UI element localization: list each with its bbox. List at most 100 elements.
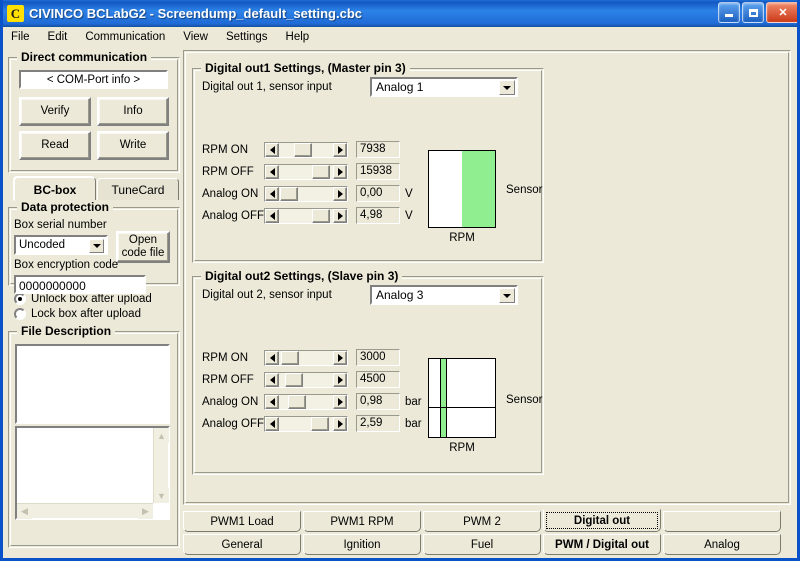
radio-unlock-after-upload[interactable]: Unlock box after upload xyxy=(14,293,152,305)
row-rpm-off: RPM OFF 15938 xyxy=(202,163,405,180)
analog-off-value[interactable]: 2,59 xyxy=(356,415,400,432)
info-button[interactable]: Info xyxy=(97,97,169,126)
row-label: RPM ON xyxy=(202,351,248,364)
slider-thumb[interactable] xyxy=(281,350,300,365)
vertical-scrollbar[interactable]: ▲ ▼ xyxy=(153,428,169,503)
analog-off-value[interactable]: 4,98 xyxy=(356,207,400,224)
menu-file[interactable]: File xyxy=(11,29,39,45)
tab-digital-out[interactable]: Digital out xyxy=(543,509,661,532)
rpm-off-value[interactable]: 15938 xyxy=(356,163,400,180)
tab-pwm-digital-out[interactable]: PWM / Digital out xyxy=(543,534,661,555)
slider-track[interactable] xyxy=(279,164,333,179)
read-button[interactable]: Read xyxy=(19,131,91,160)
file-description-textarea-1[interactable] xyxy=(15,344,170,424)
menu-edit[interactable]: Edit xyxy=(48,29,77,45)
analog-on-value[interactable]: 0,00 xyxy=(356,185,400,202)
slider-thumb[interactable] xyxy=(279,186,298,201)
digital-out1-input-select[interactable]: Analog 1 xyxy=(370,77,518,97)
digital-out2-input-select[interactable]: Analog 3 xyxy=(370,285,518,305)
scroll-up-icon[interactable]: ▲ xyxy=(154,428,169,443)
slider-track[interactable] xyxy=(279,394,333,409)
rpm-on-slider[interactable] xyxy=(264,141,348,158)
tab-analog[interactable]: Analog xyxy=(663,534,781,555)
scroll-right-icon[interactable]: ▶ xyxy=(138,504,153,519)
slider-left-arrow-icon[interactable] xyxy=(265,186,279,201)
file-description-textarea-2[interactable]: ▲ ▼ ◀ ▶ xyxy=(15,426,170,520)
menu-settings[interactable]: Settings xyxy=(226,29,277,45)
graph-yaxis-label: Sensor xyxy=(506,184,543,196)
tab-general[interactable]: General xyxy=(183,534,301,555)
slider-track[interactable] xyxy=(279,186,333,201)
rpm-on-value[interactable]: 3000 xyxy=(356,349,400,366)
radio-lock-label: Lock box after upload xyxy=(31,308,141,320)
rpm-off-value[interactable]: 4500 xyxy=(356,371,400,388)
slider-right-arrow-icon[interactable] xyxy=(333,142,347,157)
slider-thumb[interactable] xyxy=(285,372,304,387)
menu-bar: File Edit Communication View Settings He… xyxy=(3,27,797,47)
scroll-down-icon[interactable]: ▼ xyxy=(154,488,169,503)
tab-tunecard[interactable]: TuneCard xyxy=(97,178,179,200)
slider-thumb[interactable] xyxy=(294,142,313,157)
analog-off-slider[interactable] xyxy=(264,207,348,224)
slider-track[interactable] xyxy=(279,416,333,431)
slider-thumb[interactable] xyxy=(288,394,307,409)
slider-right-arrow-icon[interactable] xyxy=(333,350,347,365)
chevron-down-icon[interactable] xyxy=(499,80,515,95)
rpm-on-slider[interactable] xyxy=(264,349,348,366)
slider-left-arrow-icon[interactable] xyxy=(265,164,279,179)
slider-right-arrow-icon[interactable] xyxy=(333,394,347,409)
tab-fuel[interactable]: Fuel xyxy=(423,534,541,555)
analog-on-value[interactable]: 0,98 xyxy=(356,393,400,410)
menu-communication[interactable]: Communication xyxy=(85,29,174,45)
slider-right-arrow-icon[interactable] xyxy=(333,164,347,179)
close-button[interactable]: ✕ xyxy=(766,2,797,23)
menu-view[interactable]: View xyxy=(183,29,217,45)
scroll-left-icon[interactable]: ◀ xyxy=(17,504,32,519)
slider-track[interactable] xyxy=(279,142,333,157)
slider-right-arrow-icon[interactable] xyxy=(333,372,347,387)
maximize-button[interactable] xyxy=(742,2,764,23)
slider-left-arrow-icon[interactable] xyxy=(265,372,279,387)
tab-pwm1-load[interactable]: PWM1 Load xyxy=(183,511,301,532)
slider-left-arrow-icon[interactable] xyxy=(265,350,279,365)
slider-track[interactable] xyxy=(279,372,333,387)
row-label: Analog OFF xyxy=(202,209,264,222)
rpm-off-slider[interactable] xyxy=(264,371,348,388)
slider-track[interactable] xyxy=(279,208,333,223)
slider-left-arrow-icon[interactable] xyxy=(265,208,279,223)
slider-left-arrow-icon[interactable] xyxy=(265,394,279,409)
slider-right-arrow-icon[interactable] xyxy=(333,186,347,201)
digital-out1-group: Digital out1 Settings, (Master pin 3) Di… xyxy=(192,61,544,263)
box-serial-value: Uncoded xyxy=(19,239,66,251)
rpm-off-slider[interactable] xyxy=(264,163,348,180)
slider-right-arrow-icon[interactable] xyxy=(333,208,347,223)
minimize-button[interactable] xyxy=(718,2,740,23)
horizontal-scrollbar[interactable]: ◀ ▶ xyxy=(17,503,153,519)
analog-on-slider[interactable] xyxy=(264,393,348,410)
slider-left-arrow-icon[interactable] xyxy=(265,416,279,431)
menu-help[interactable]: Help xyxy=(286,29,319,45)
analog-on-slider[interactable] xyxy=(264,185,348,202)
slider-thumb[interactable] xyxy=(311,416,330,431)
tab-pwm2[interactable]: PWM 2 xyxy=(423,511,541,532)
box-serial-select[interactable]: Uncoded xyxy=(14,235,108,255)
write-button[interactable]: Write xyxy=(97,131,169,160)
rpm-on-value[interactable]: 7938 xyxy=(356,141,400,158)
open-code-file-button[interactable]: Open code file xyxy=(116,231,170,263)
slider-thumb[interactable] xyxy=(312,208,331,223)
tab-ignition[interactable]: Ignition xyxy=(303,534,421,555)
tab-bc-box[interactable]: BC-box xyxy=(14,177,96,201)
slider-right-arrow-icon[interactable] xyxy=(333,416,347,431)
tab-pwm1-rpm[interactable]: PWM1 RPM xyxy=(303,511,421,532)
verify-button[interactable]: Verify xyxy=(19,97,91,126)
analog-off-slider[interactable] xyxy=(264,415,348,432)
radio-lock-after-upload[interactable]: Lock box after upload xyxy=(14,308,141,320)
chevron-down-icon[interactable] xyxy=(89,239,104,253)
slider-left-arrow-icon[interactable] xyxy=(265,142,279,157)
tab-blank[interactable] xyxy=(663,511,781,532)
comport-info-field[interactable]: < COM-Port info > xyxy=(19,70,168,89)
chevron-down-icon[interactable] xyxy=(499,288,515,303)
slider-thumb[interactable] xyxy=(312,164,331,179)
slider-track[interactable] xyxy=(279,350,333,365)
box-encryption-input[interactable]: 0000000000 xyxy=(14,275,146,294)
